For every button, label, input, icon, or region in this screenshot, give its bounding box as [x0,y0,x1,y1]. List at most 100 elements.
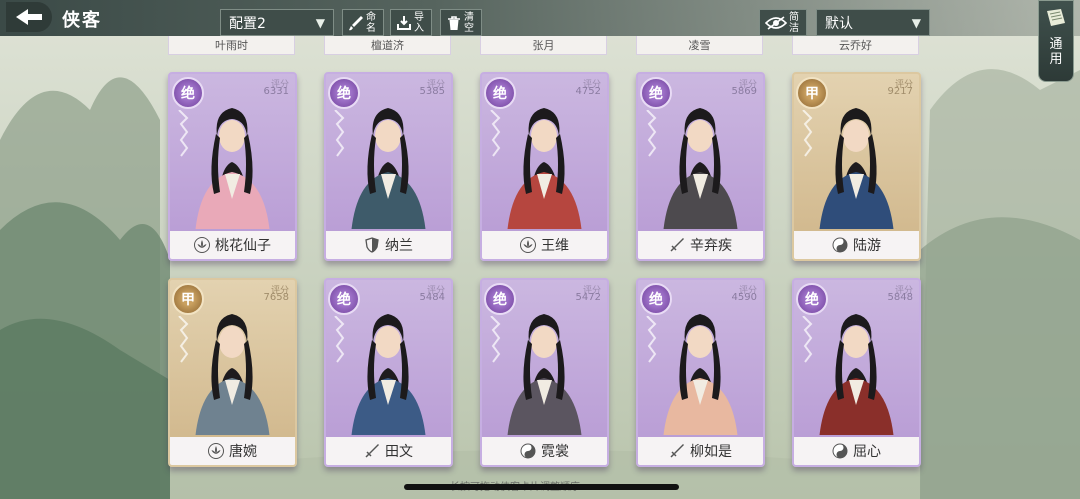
rename-button[interactable]: 命名 [342,9,384,36]
hero-nameplate: 柳如是 [638,437,763,465]
brush-stroke-icon [334,316,345,363]
hero-name: 陆游 [853,238,881,254]
general-button[interactable]: 通用 [1038,0,1074,82]
grade-badge: 甲 [172,283,204,315]
score-value: 5869 [731,86,757,97]
config-select-value: 配置2 [229,15,266,32]
grade-badge: 绝 [484,283,516,315]
brush-icon [346,13,366,33]
card-peek-name: 张月 [532,39,555,52]
hero-card[interactable]: 绝评分 5848 屈心 [792,278,921,467]
score-value: 4590 [731,292,757,303]
score-value: 5484 [419,292,445,303]
eye-hidden-icon [763,13,789,33]
clear-button[interactable]: 清空 [440,9,482,36]
taiji-icon [832,443,848,459]
chevron-down-icon: ▼ [315,15,325,30]
config-select[interactable]: 配置2 ▼ [220,9,334,36]
taiji-icon [832,237,848,253]
card-peek-name: 檀道济 [371,39,404,52]
hero-card[interactable]: 绝评分 6331 桃花仙子 [168,72,297,261]
lotus-icon [520,237,536,253]
card-peek[interactable]: 张月 [480,36,607,55]
card-peek-name: 叶雨时 [215,39,248,52]
score-value: 4752 [575,86,601,97]
hero-nameplate: 辛弃疾 [638,231,763,259]
sword-icon [364,443,380,459]
card-peek[interactable]: 云乔好 [792,36,919,55]
import-button[interactable]: 导入 [390,9,432,36]
brush-stroke-icon [334,110,345,157]
sort-select-value: 默认 [825,15,853,32]
import-icon [394,13,414,33]
brush-stroke-icon [646,110,657,157]
concise-label: 简洁 [789,11,799,34]
clear-label: 清空 [464,11,474,34]
score-value: 5848 [887,292,913,303]
home-indicator[interactable] [404,484,679,490]
brush-stroke-icon [178,110,189,157]
brush-stroke-icon [490,316,501,363]
grade-badge: 绝 [640,283,672,315]
hero-nameplate: 田文 [326,437,451,465]
hero-nameplate: 陆游 [794,231,919,259]
concise-toggle[interactable]: 简洁 [759,9,807,36]
hero-name: 唐婉 [229,444,257,460]
brush-stroke-icon [802,316,813,363]
hero-name: 纳兰 [385,238,413,254]
hero-name: 屈心 [853,444,881,460]
grade-badge: 绝 [796,283,828,315]
sword-icon [669,443,685,459]
hero-card[interactable]: 甲评分 9217 陆游 [792,72,921,261]
hero-card[interactable]: 绝评分 5385 纳兰 [324,72,453,261]
hero-card[interactable]: 绝评分 5869 辛弃疾 [636,72,765,261]
page-title: 侠客 [62,10,102,31]
card-peek[interactable]: 凌雪 [636,36,763,55]
grade-badge: 绝 [484,77,516,109]
score-value: 5385 [419,86,445,97]
sword-icon [669,237,685,253]
hero-nameplate: 王维 [482,231,607,259]
grade-badge: 绝 [328,283,360,315]
hero-name: 田文 [385,444,413,460]
hero-nameplate: 桃花仙子 [170,231,295,259]
top-bar: 侠客 配置2 ▼ 命名 导入 清空 简洁 默认 ▼ [0,0,1080,36]
taiji-icon [520,443,536,459]
hero-card[interactable]: 绝评分 5472 霓裳 [480,278,609,467]
rename-label: 命名 [366,11,376,34]
hero-card[interactable]: 绝评分 5484 田文 [324,278,453,467]
brush-stroke-icon [490,110,501,157]
hero-name: 桃花仙子 [215,238,271,254]
trash-icon [444,13,464,33]
score-value: 9217 [887,86,913,97]
import-label: 导入 [414,11,424,34]
grade-badge: 绝 [640,77,672,109]
hero-nameplate: 屈心 [794,437,919,465]
brush-stroke-icon [802,110,813,157]
brush-stroke-icon [178,316,189,363]
scroll-book-icon [1047,9,1065,26]
grade-badge: 绝 [172,77,204,109]
hero-card[interactable]: 绝评分 4590 柳如是 [636,278,765,467]
arrow-left-icon [16,9,42,25]
hero-name: 王维 [541,238,569,254]
hero-nameplate: 纳兰 [326,231,451,259]
hero-nameplate: 霓裳 [482,437,607,465]
general-label: 通用 [1049,37,1063,67]
brush-stroke-icon [646,316,657,363]
card-peek[interactable]: 叶雨时 [168,36,295,55]
card-peek-name: 云乔好 [839,39,872,52]
card-peek[interactable]: 檀道济 [324,36,451,55]
grade-badge: 甲 [796,77,828,109]
back-button[interactable] [6,2,52,32]
hero-name: 柳如是 [690,444,732,460]
hero-card[interactable]: 甲评分 7658 唐婉 [168,278,297,467]
sort-select[interactable]: 默认 ▼ [816,9,930,36]
score-value: 6331 [263,86,289,97]
chevron-down-icon: ▼ [911,15,921,30]
hero-name: 霓裳 [541,444,569,460]
hero-card[interactable]: 绝评分 4752 王维 [480,72,609,261]
shield-icon [364,237,380,253]
lotus-icon [194,237,210,253]
score-value: 5472 [575,292,601,303]
